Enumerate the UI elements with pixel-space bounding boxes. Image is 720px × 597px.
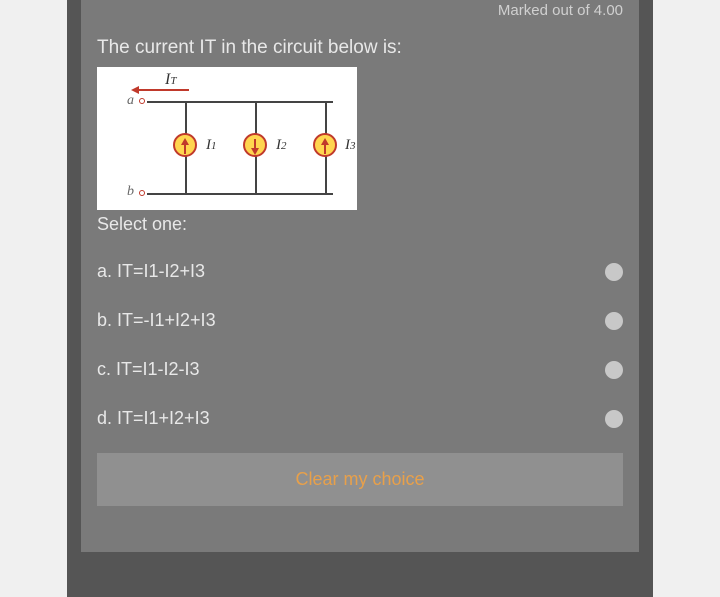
- option-c[interactable]: c. IT=I1-I2-I3: [97, 345, 623, 394]
- terminal-b: [139, 190, 145, 196]
- i3-label: I3: [345, 137, 356, 154]
- wire-bottom: [147, 193, 333, 195]
- current-source-1: [173, 133, 197, 157]
- i2-label: I2: [276, 137, 287, 154]
- header-row: Marked out of 4.00: [97, 0, 623, 19]
- radio-button[interactable]: [605, 312, 623, 330]
- clear-choice-button[interactable]: Clear my choice: [97, 453, 623, 506]
- node-b-label: b: [127, 184, 134, 200]
- radio-button[interactable]: [605, 263, 623, 281]
- it-label: IT: [165, 71, 176, 89]
- terminal-a: [139, 98, 145, 104]
- it-arrow-line: [137, 89, 189, 91]
- option-label: c. IT=I1-I2-I3: [97, 359, 200, 380]
- option-a[interactable]: a. IT=I1-I2+I3: [97, 247, 623, 296]
- select-one-label: Select one:: [97, 214, 623, 235]
- radio-button[interactable]: [605, 361, 623, 379]
- current-source-2: [243, 133, 267, 157]
- question-card: Marked out of 4.00 The current IT in the…: [81, 0, 639, 552]
- i1-label: I1: [206, 137, 217, 154]
- current-source-3: [313, 133, 337, 157]
- circuit-diagram: IT a b: [97, 67, 357, 210]
- option-label: d. IT=I1+I2+I3: [97, 408, 210, 429]
- question-text: The current IT in the circuit below is:: [97, 37, 623, 59]
- option-label: a. IT=I1-I2+I3: [97, 261, 205, 282]
- wire-top: [147, 101, 333, 103]
- arrow-down-icon: [251, 148, 259, 155]
- option-label: b. IT=-I1+I2+I3: [97, 310, 216, 331]
- app-container: Marked out of 4.00 The current IT in the…: [67, 0, 653, 597]
- node-a-label: a: [127, 93, 134, 109]
- marks-label: Marked out of 4.00: [498, 0, 623, 19]
- radio-button[interactable]: [605, 410, 623, 428]
- option-b[interactable]: b. IT=-I1+I2+I3: [97, 296, 623, 345]
- option-d[interactable]: d. IT=I1+I2+I3: [97, 394, 623, 443]
